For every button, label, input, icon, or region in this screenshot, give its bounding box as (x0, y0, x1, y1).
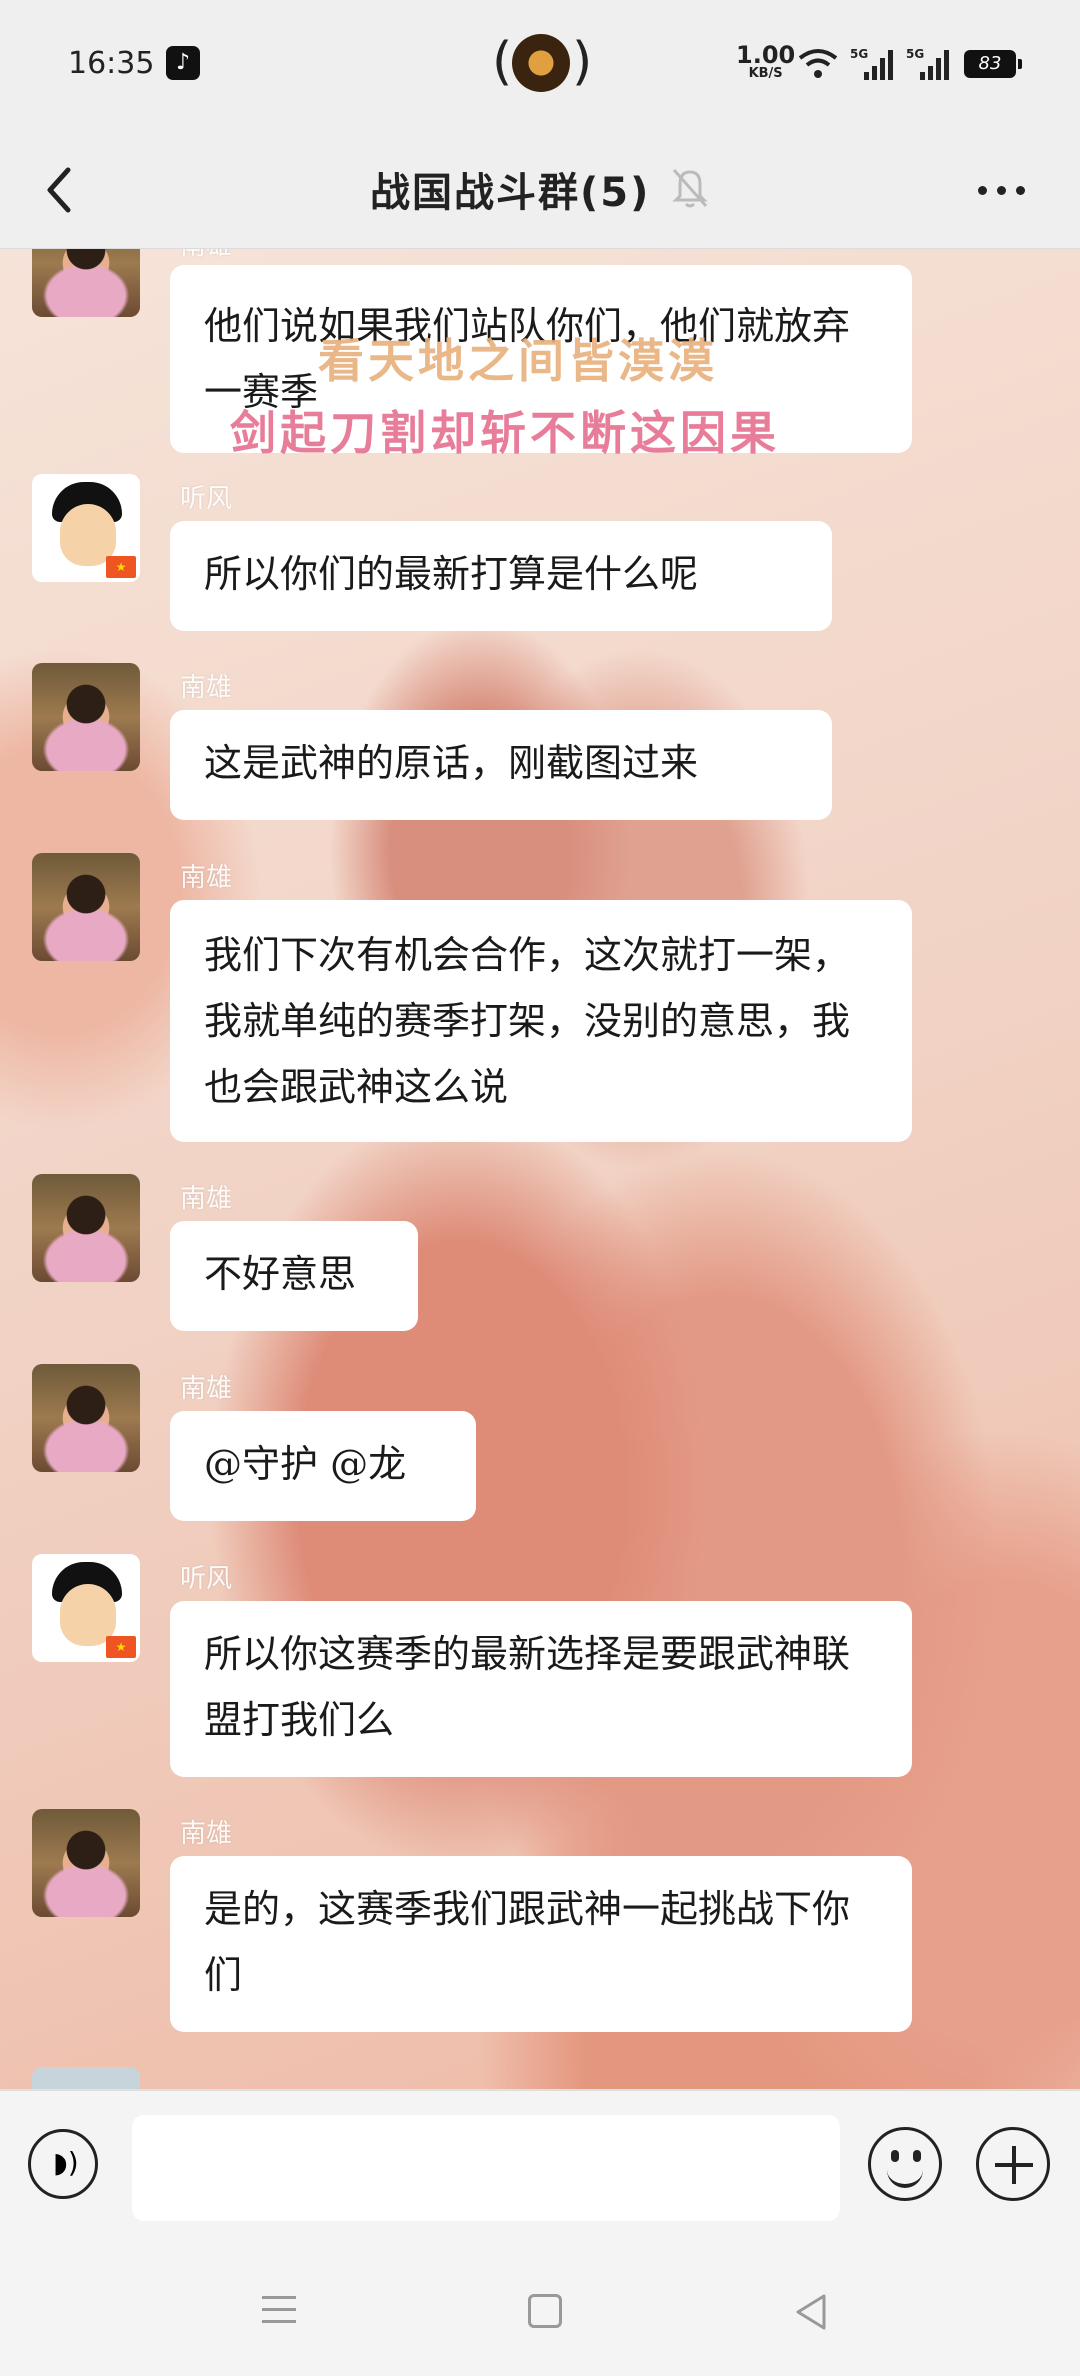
message-bubble[interactable]: 所以你这赛季的最新选择是要跟武神联盟打我们么 (170, 1601, 912, 1777)
message-bubble[interactable]: 不好意思 (170, 1221, 418, 1331)
network-speed: 1.00 KB/S (736, 41, 796, 81)
menu-icon[interactable] (262, 2296, 296, 2332)
battery-icon: 83 (964, 50, 1022, 78)
status-bar: 16:35 ♪ ( ) 1.00 KB/S 5G 5G 83 (0, 0, 1080, 130)
signal-1-icon: 5G (850, 46, 896, 86)
sender-name: 南雄 (180, 1374, 233, 1404)
system-nav-bar (0, 2230, 1080, 2376)
avatar[interactable]: ★ (32, 1554, 140, 1662)
avatar[interactable] (32, 1174, 140, 1282)
chat-title[interactable]: 战国战斗群(5) (370, 160, 650, 218)
paren-left-icon: ( (492, 32, 513, 92)
bell-off-icon (672, 169, 708, 208)
overlay-text-2: 剑起刀割却斩不断这因果 (230, 406, 780, 460)
svg-text:5G: 5G (850, 47, 868, 61)
sender-name: 南雄 (180, 673, 233, 703)
chat-header: 战国战斗群(5) (0, 130, 1080, 249)
avatar[interactable] (32, 2067, 140, 2089)
avatar[interactable] (32, 1809, 140, 1917)
sender-name: 南雄 (180, 1184, 233, 1214)
message-bubble[interactable]: 是的，这赛季我们跟武神一起挑战下你们 (170, 1856, 912, 2032)
avatar[interactable]: ★ (32, 474, 140, 582)
emoji-icon[interactable] (868, 2127, 942, 2201)
message-bubble[interactable]: 我们下次有机会合作，这次就打一架，我就单纯的赛季打架，没别的意思，我也会跟武神这… (170, 900, 912, 1142)
floating-avatar[interactable]: ( ) (492, 30, 592, 96)
sender-name: 听风 (180, 484, 233, 514)
flag-icon: ★ (106, 1636, 136, 1658)
sender-name: 南雄 (180, 249, 232, 262)
sender-name: 南雄 (180, 863, 233, 893)
avatar[interactable] (32, 853, 140, 961)
avatar[interactable] (32, 1364, 140, 1472)
avatar[interactable] (32, 249, 140, 317)
more-dots-icon[interactable] (972, 174, 1032, 204)
avatar[interactable] (32, 663, 140, 771)
plus-icon[interactable] (976, 2127, 1050, 2201)
home-icon[interactable] (528, 2294, 562, 2328)
chat-area[interactable]: 南雄 他们说如果我们站队你们，他们就放弃一赛季 看天地之间皆漠漠 剑起刀割却斩不… (0, 249, 1080, 2089)
tiktok-icon: ♪ (166, 46, 200, 80)
back-triangle-icon[interactable] (792, 2292, 828, 2332)
avatar-icon (512, 34, 570, 92)
sender-name: 南雄 (180, 1819, 233, 1849)
flag-icon: ★ (106, 556, 136, 578)
paren-right-icon: ) (572, 32, 593, 92)
speed-value: 1.00 (736, 41, 796, 69)
overlay-text-1: 看天地之间皆漠漠 (318, 334, 718, 388)
message-input[interactable] (132, 2115, 840, 2221)
sender-name: 听风 (180, 1564, 233, 1594)
input-bar: ◗) (0, 2090, 1080, 2231)
wifi-icon (798, 49, 838, 78)
voice-icon[interactable]: ◗) (28, 2129, 98, 2199)
svg-text:5G: 5G (906, 47, 924, 61)
message-bubble[interactable]: @守护 @龙 (170, 1411, 476, 1521)
signal-2-icon: 5G (906, 46, 952, 86)
status-time: 16:35 (68, 46, 155, 81)
message-bubble[interactable]: 所以你们的最新打算是什么呢 (170, 521, 832, 631)
chevron-left-icon[interactable] (36, 160, 86, 220)
message-bubble[interactable]: 这是武神的原话，刚截图过来 (170, 710, 832, 820)
